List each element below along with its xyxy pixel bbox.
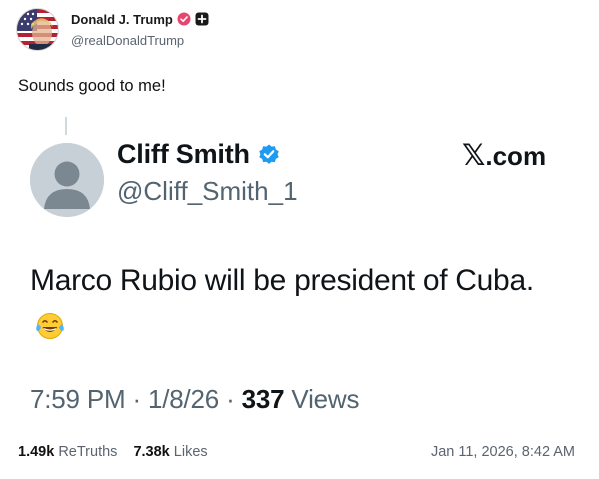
meta-separator: · <box>132 384 141 414</box>
likes-count: 7.38k <box>133 444 170 460</box>
likes-stat[interactable]: 7.38k Likes <box>133 444 207 460</box>
post-footer: 1.49k ReTruths 7.38k Likes Jan 11, 2026,… <box>18 444 575 460</box>
quoted-post-date: 1/8/26 <box>147 384 220 414</box>
x-site-logo: 𝕏 .com <box>462 141 546 172</box>
default-profile-icon <box>30 143 104 217</box>
post-timestamp[interactable]: Jan 11, 2026, 8:42 AM <box>431 444 575 460</box>
quoted-post-time: 7:59 PM <box>30 384 126 414</box>
post-text: Sounds good to me! <box>18 77 166 95</box>
blue-verified-icon <box>257 143 281 167</box>
retruths-count: 1.49k <box>18 444 55 460</box>
author-handle[interactable]: @realDonaldTrump <box>71 33 209 48</box>
author-avatar[interactable] <box>16 8 59 51</box>
views-count: 337 <box>241 384 285 414</box>
views-label: Views <box>291 384 360 414</box>
likes-label: Likes <box>173 444 208 460</box>
verified-badge-icon <box>177 12 191 26</box>
plus-badge-icon <box>195 12 209 26</box>
quoted-post-body: Marco Rubio will be president of Cuba. <box>30 258 570 350</box>
quoted-post-text: Marco Rubio will be president of Cuba. <box>30 264 534 297</box>
flag-avatar-image <box>17 9 58 50</box>
tears-of-joy-emoji-icon <box>34 312 66 340</box>
author-display-name[interactable]: Donald J. Trump <box>71 12 173 27</box>
retruths-stat[interactable]: 1.49k ReTruths <box>18 444 121 460</box>
quoted-author-handle: @Cliff_Smith_1 <box>117 176 298 206</box>
quoted-post-meta: 7:59 PM · 1/8/26 · 337 Views <box>30 384 359 415</box>
retruths-label: ReTruths <box>58 444 118 460</box>
quoted-author-name: Cliff Smith <box>117 139 250 169</box>
x-logo-icon: 𝕏 <box>462 140 486 172</box>
site-domain-suffix: .com <box>485 141 547 171</box>
thread-connector-line <box>65 117 67 135</box>
post-header: Donald J. Trump @realDonaldTrump <box>16 8 209 51</box>
meta-separator: · <box>226 384 235 414</box>
post-stats: 1.49k ReTruths 7.38k Likes <box>18 444 220 460</box>
